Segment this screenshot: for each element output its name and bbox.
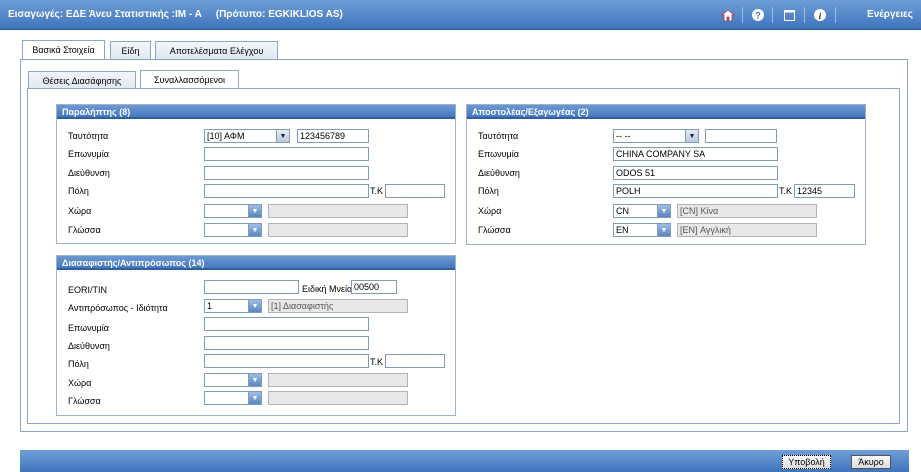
consignor-country-desc: [CN] Κίνα	[677, 204, 817, 218]
consignor-surname-input[interactable]: CHINA COMPANY SA	[613, 147, 778, 161]
declarant-address-label: Διεύθυνση	[68, 341, 110, 351]
window-icon[interactable]	[781, 7, 797, 23]
consignee-language-select[interactable]: ▼	[204, 223, 262, 237]
tab-control-results[interactable]: Αποτελέσματα Ελέγχου	[155, 41, 278, 60]
declarant-postcode-label: Τ.Κ	[370, 357, 384, 367]
consignee-address-input[interactable]	[204, 166, 369, 180]
declarant-surname-input[interactable]	[204, 317, 369, 331]
declarant-country-select[interactable]: ▼	[204, 373, 262, 387]
consignor-surname-label: Επωνυμία	[478, 149, 519, 159]
title-bar: Εισαγωγές: ΕΔΕ Άνευ Στατιστικής :IM - A …	[0, 0, 921, 30]
svg-text:?: ?	[755, 11, 761, 21]
consignee-identity-number-input[interactable]: 123456789	[297, 129, 369, 143]
representative-label: Αντιπρόσωπος - Ιδιότητα	[68, 303, 168, 313]
declarant-city-label: Πόλη	[68, 359, 89, 369]
consignee-country-desc	[268, 204, 408, 218]
chevron-down-icon: ▼	[248, 392, 261, 404]
consignee-city-input[interactable]	[204, 184, 369, 198]
consignee-country-select[interactable]: ▼	[204, 204, 262, 218]
tab-items[interactable]: Είδη	[110, 41, 151, 60]
consignor-identity-number-input[interactable]	[705, 129, 777, 143]
info-icon[interactable]: i	[812, 7, 828, 23]
consignor-identity-type-select[interactable]: -- -- ▼	[613, 129, 699, 143]
consignor-language-label: Γλώσσα	[478, 225, 511, 235]
consignor-language-value: EN	[616, 225, 629, 235]
consignee-identity-label: Ταυτότητα	[68, 131, 109, 141]
consignor-identity-type-value: -- --	[616, 131, 631, 141]
chevron-down-icon: ▼	[248, 374, 261, 386]
declarant-country-label: Χώρα	[68, 378, 92, 388]
consignor-postcode-input[interactable]: 12345	[794, 184, 855, 198]
template-name: (Πρότυπο: EGKIKLIOS AS)	[215, 9, 343, 20]
consignee-postcode-label: Τ.Κ	[370, 186, 384, 196]
representative-desc: [1] Διασαφιστής	[268, 299, 408, 313]
declarant-postcode-input[interactable]	[385, 354, 445, 368]
consignor-address-input[interactable]: ODOS 51	[613, 166, 778, 180]
actions-menu[interactable]: Ενέργειες	[867, 9, 913, 20]
consignee-language-desc	[268, 223, 408, 237]
chevron-down-icon: ▼	[248, 300, 261, 312]
consignor-identity-label: Ταυτότητα	[478, 131, 519, 141]
consignee-panel-title: Παραλήπτης (8)	[57, 105, 455, 119]
consignee-identity-type-select[interactable]: [10] ΑΦΜ ▼	[204, 129, 290, 143]
consignor-city-label: Πόλη	[478, 186, 499, 196]
declarant-language-label: Γλώσσα	[68, 396, 101, 406]
declarant-eori-input[interactable]	[204, 280, 299, 294]
page-title: Εισαγωγές: ΕΔΕ Άνευ Στατιστικής :IM - A …	[8, 9, 343, 20]
chevron-down-icon: ▼	[276, 130, 289, 142]
submit-button[interactable]: Υποβολή	[782, 455, 831, 469]
declarant-country-desc	[268, 373, 408, 387]
consignee-surname-input[interactable]	[204, 147, 369, 161]
representative-select[interactable]: 1 ▼	[204, 299, 262, 313]
consignee-address-label: Διεύθυνση	[68, 168, 110, 178]
cancel-button[interactable]: Άκυρο	[851, 455, 891, 469]
declarant-language-desc	[268, 391, 408, 405]
help-icon[interactable]: ?	[750, 7, 766, 23]
chevron-down-icon: ▼	[657, 224, 670, 236]
chevron-down-icon: ▼	[657, 205, 670, 217]
declarant-language-select[interactable]: ▼	[204, 391, 262, 405]
home-icon[interactable]	[720, 7, 736, 23]
consignee-identity-type-value: [10] ΑΦΜ	[207, 131, 245, 141]
consignor-city-input[interactable]: POLH	[613, 184, 778, 198]
special-mention-label: Ειδική Μνεία	[302, 284, 353, 294]
chevron-down-icon: ▼	[248, 224, 261, 236]
consignee-country-label: Χώρα	[68, 206, 92, 216]
tab-basic-info[interactable]: Βασικά Στοιχεία	[22, 40, 105, 60]
declarant-address-input[interactable]	[204, 336, 369, 350]
declarant-eori-label: EORI/TIN	[68, 285, 108, 295]
consignee-city-label: Πόλη	[68, 186, 89, 196]
consignor-country-select[interactable]: CN ▼	[613, 204, 671, 218]
consignor-postcode-label: Τ.Κ	[779, 186, 793, 196]
declarant-city-input[interactable]	[204, 354, 369, 368]
consignee-postcode-input[interactable]	[385, 184, 445, 198]
consignor-country-label: Χώρα	[478, 206, 502, 216]
consignor-language-desc: [EN] Αγγλική	[677, 223, 817, 237]
consignor-language-select[interactable]: EN ▼	[613, 223, 671, 237]
consignee-language-label: Γλώσσα	[68, 225, 101, 235]
chevron-down-icon: ▼	[248, 205, 261, 217]
consignor-panel-title: Αποστολέας/Εξαγωγέας (2)	[467, 105, 865, 119]
special-mention-input[interactable]: 00500	[351, 280, 397, 294]
form-title: Εισαγωγές: ΕΔΕ Άνευ Στατιστικής :IM - A	[8, 9, 202, 20]
consignor-address-label: Διεύθυνση	[478, 168, 520, 178]
tab-parties[interactable]: Συναλλασσόμενοι	[140, 70, 239, 90]
consignee-surname-label: Επωνυμία	[68, 149, 109, 159]
representative-value: 1	[207, 301, 213, 311]
consignor-country-value: CN	[616, 206, 629, 216]
bottom-bar	[20, 450, 909, 472]
declarant-surname-label: Επωνυμία	[68, 323, 109, 333]
declarant-panel-title: Διασαφιστής/Αντιπρόσωπος (14)	[57, 256, 455, 270]
chevron-down-icon: ▼	[685, 130, 698, 142]
